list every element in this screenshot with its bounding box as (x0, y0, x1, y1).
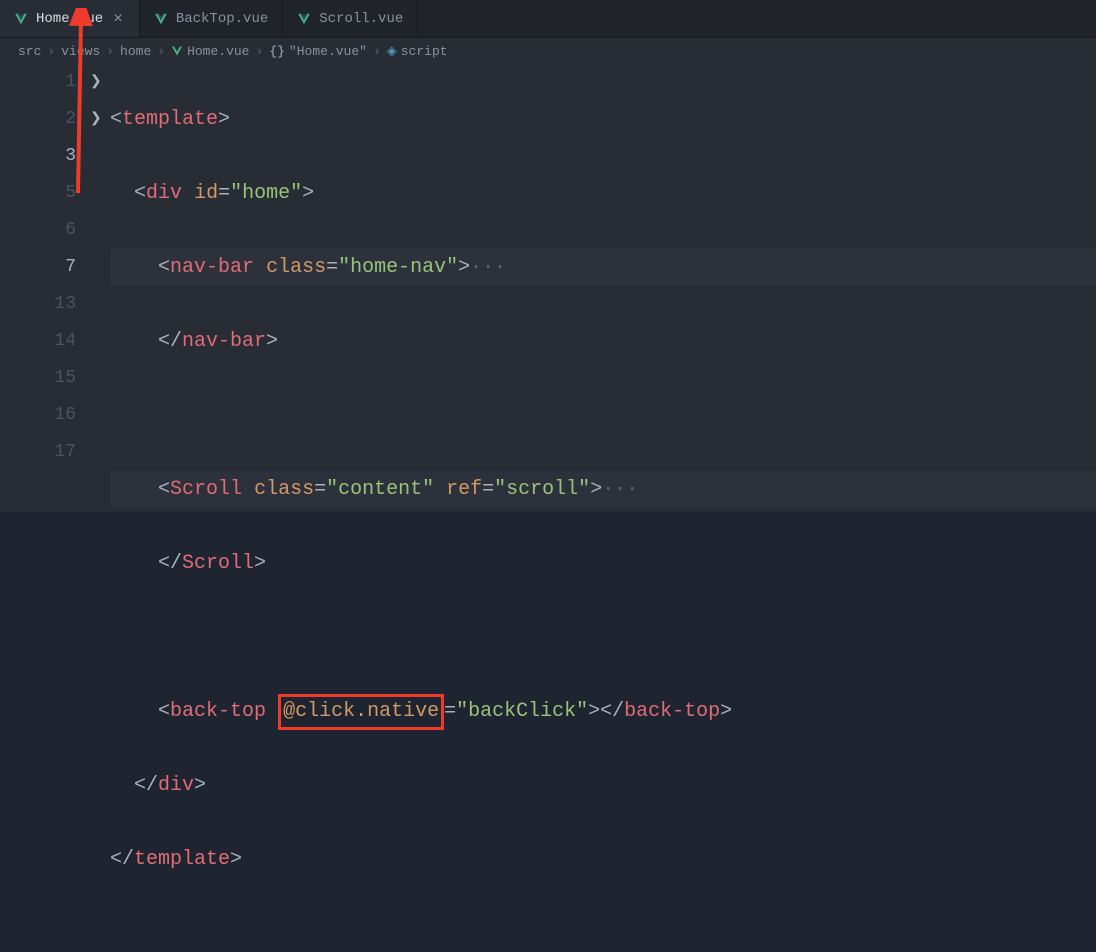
breadcrumb-item[interactable]: ◈ script (387, 44, 448, 59)
vue-icon (297, 12, 311, 26)
chevron-right-icon: › (157, 44, 165, 59)
vue-icon (171, 45, 183, 57)
chevron-right-icon: › (106, 44, 114, 59)
chevron-right-icon: › (256, 44, 264, 59)
braces-icon: {} (269, 44, 285, 59)
highlight-box: @click.native (278, 694, 444, 730)
line-numbers: 1 2 3 5 6 7 13 14 15 16 17 (0, 64, 90, 512)
cube-icon: ◈ (387, 44, 397, 59)
vue-icon (154, 12, 168, 26)
folded-dots[interactable]: ··· (470, 256, 506, 279)
chevron-right-icon: › (47, 44, 55, 59)
tab-label: Home.vue (36, 11, 103, 27)
chevron-right-icon: › (373, 44, 381, 59)
tab-home-vue[interactable]: Home.vue × (0, 0, 140, 37)
close-icon[interactable]: × (111, 10, 125, 28)
breadcrumb-item[interactable]: views (61, 44, 100, 59)
tab-bar: Home.vue × BackTop.vue Scroll.vue (0, 0, 1096, 38)
editor[interactable]: 1 2 3 5 6 7 13 14 15 16 17 ❯ ❯ <template… (0, 64, 1096, 512)
breadcrumb: src › views › home › Home.vue › {} "Home… (0, 38, 1096, 64)
tab-backtop-vue[interactable]: BackTop.vue (140, 0, 283, 37)
fold-icon[interactable]: ❯ (90, 64, 110, 101)
breadcrumb-item[interactable]: home (120, 44, 151, 59)
fold-icon[interactable]: ❯ (90, 101, 110, 138)
breadcrumb-item[interactable]: Home.vue (171, 44, 249, 59)
breadcrumb-item[interactable]: src (18, 44, 41, 59)
tab-scroll-vue[interactable]: Scroll.vue (283, 0, 418, 37)
tab-label: BackTop.vue (176, 11, 268, 27)
vue-icon (14, 12, 28, 26)
breadcrumb-item[interactable]: {} "Home.vue" (269, 44, 367, 59)
fold-gutter: ❯ ❯ (90, 64, 110, 512)
code-area[interactable]: <template> <div id="home"> <nav-bar clas… (110, 64, 1096, 512)
tab-label: Scroll.vue (319, 11, 403, 27)
folded-dots[interactable]: ··· (602, 478, 638, 501)
